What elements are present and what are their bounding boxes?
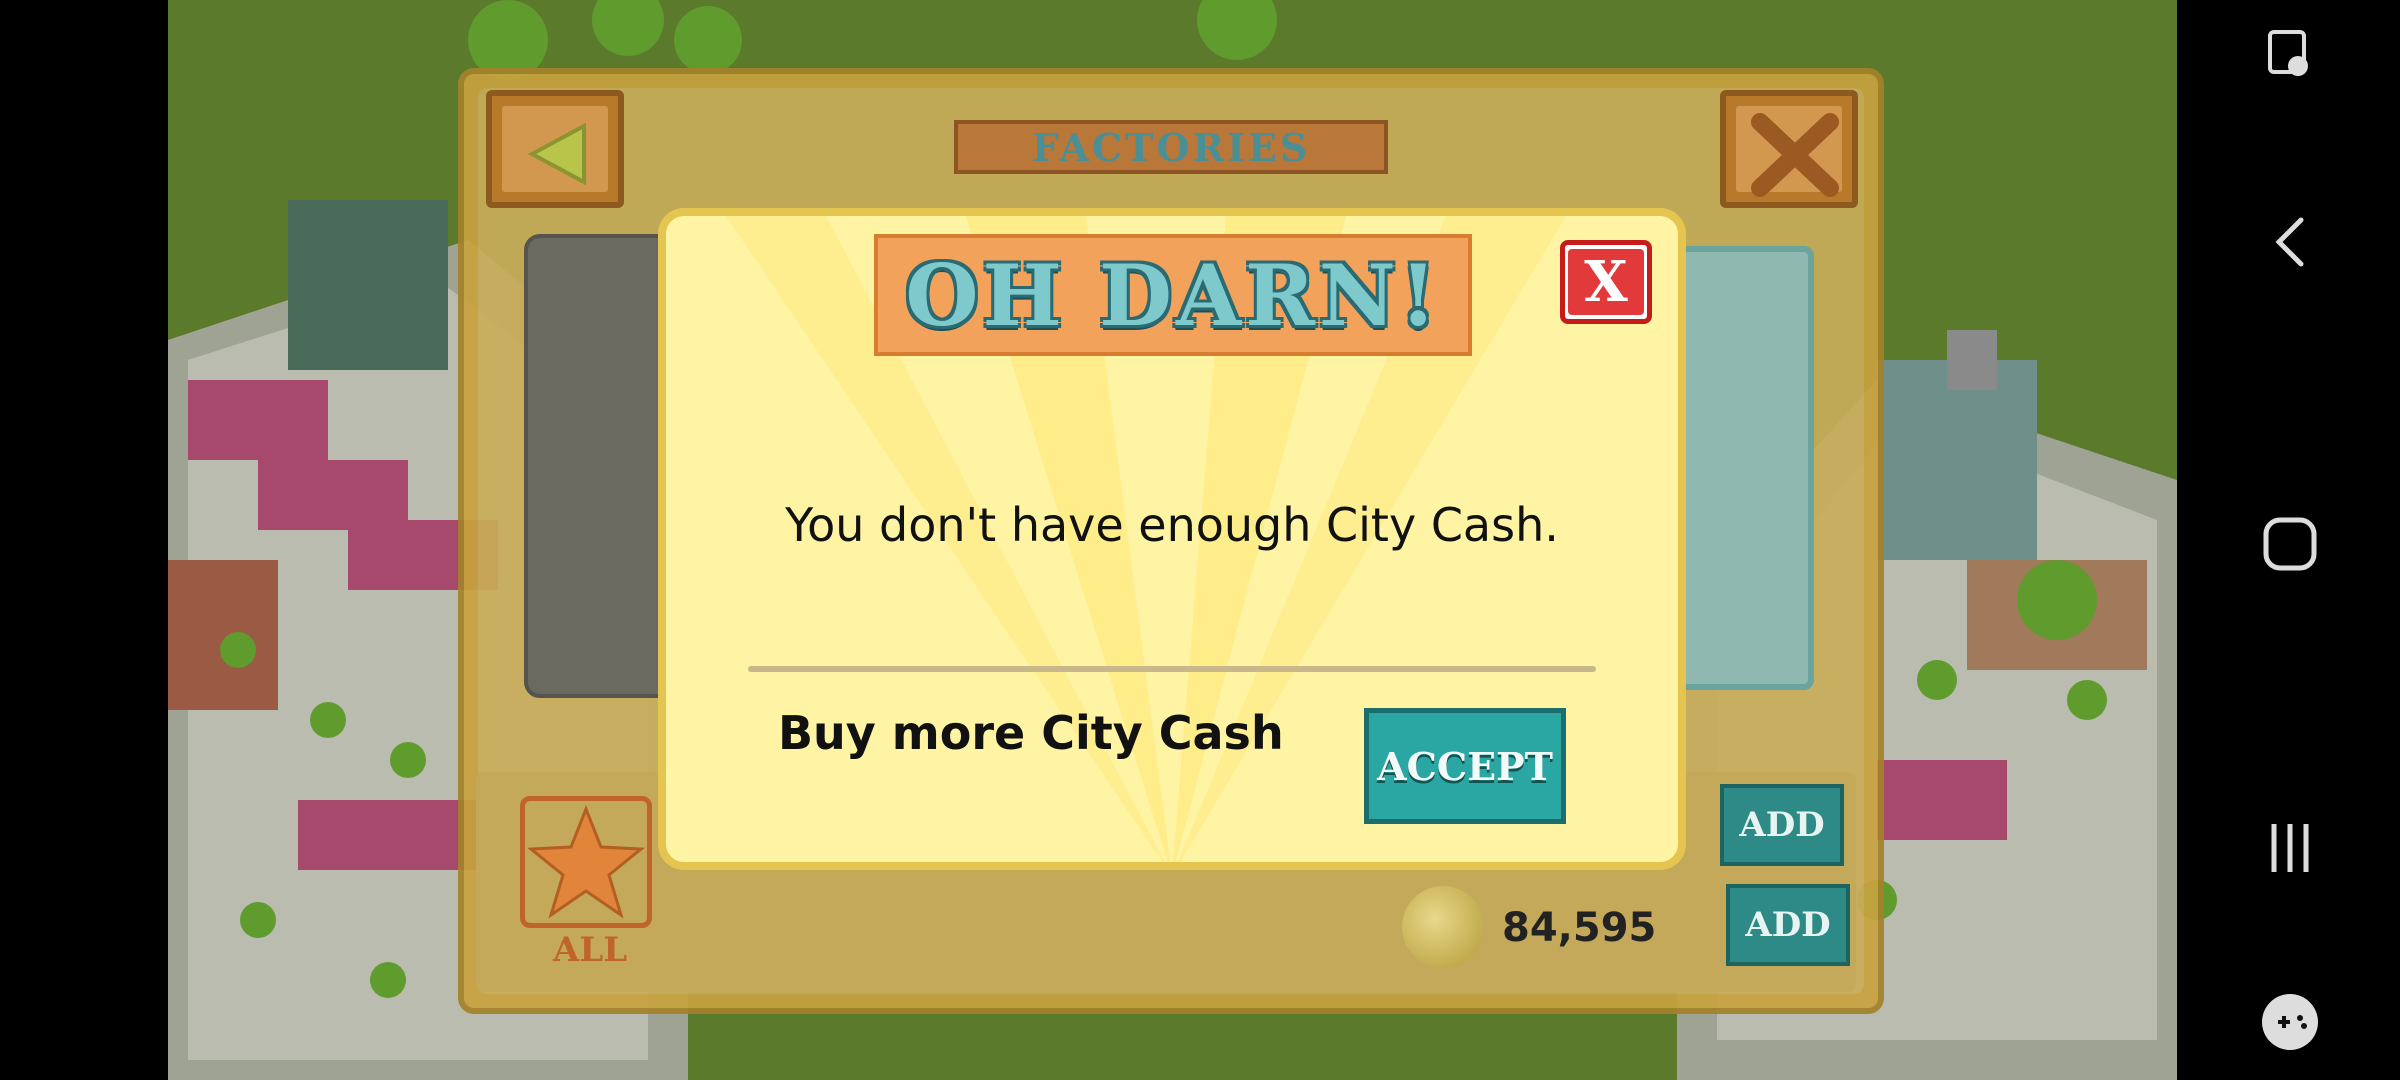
panel-close-button[interactable] [1720,90,1858,208]
game-controller-glyph [2262,994,2318,1050]
coin-icon [1402,886,1484,968]
add-button-1[interactable]: ADD [1720,784,1844,866]
nav-home-glyph [2263,517,2317,571]
x-icon: X [1568,249,1644,315]
nav-home-icon[interactable] [2260,514,2320,578]
dialog-close-button[interactable]: X [1560,240,1652,324]
filter-all-label: ALL [553,930,628,970]
dialog-message: You don't have enough City Cash. [785,498,1559,552]
dialog-divider [748,666,1596,672]
triangle-left-icon [527,122,586,186]
dialog-title: OH DARN! [874,234,1472,356]
accept-button[interactable]: ACCEPT [1364,708,1566,824]
back-button[interactable] [486,90,624,208]
add-button-2[interactable]: ADD [1726,884,1850,966]
nav-recents-glyph [2271,824,2309,872]
screenshot-touch-icon[interactable] [2260,26,2320,90]
game-controller-icon[interactable] [2260,992,2320,1056]
x-icon [1751,113,1839,197]
coin-amount: 84,595 [1502,905,1657,951]
star-icon [527,804,645,919]
nav-back-icon[interactable] [2265,212,2315,276]
screenshot-touch-glyph [2268,30,2308,76]
nav-back-glyph [2275,217,2304,267]
filter-all-button[interactable] [520,796,652,928]
nav-recents-icon[interactable] [2260,818,2320,882]
buy-city-cash-label: Buy more City Cash [778,706,1284,760]
panel-title: FACTORIES [954,120,1388,174]
factory-item-card[interactable] [1670,246,1814,690]
back-button-face [502,106,608,192]
panel-close-face [1736,106,1842,197]
